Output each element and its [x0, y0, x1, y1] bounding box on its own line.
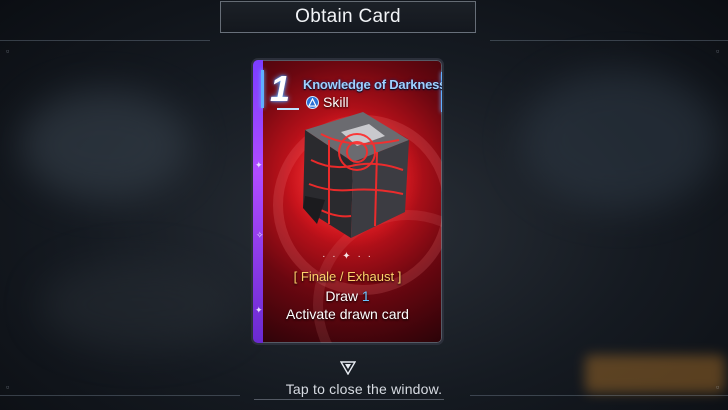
dialog-title: Obtain Card: [295, 6, 401, 27]
background-blur: [20, 90, 190, 200]
card-effect-line: Activate drawn card: [286, 306, 409, 322]
background-blur: [520, 70, 720, 210]
obtained-card[interactable]: ✦ ✧ ✦ 1 Knowledge of Darkness Skill · · …: [251, 58, 444, 345]
close-window-prompt[interactable]: Tap to close the window.: [0, 381, 728, 397]
sparkle-icon: ✦: [255, 160, 263, 170]
prompt-underline: [254, 399, 444, 400]
dialog-title-bar: Obtain Card: [220, 1, 476, 33]
cost-frame: [261, 70, 264, 108]
sparkle-icon: ✧: [256, 230, 264, 240]
hud-line: [490, 40, 728, 41]
card-effect-line: Draw 1: [253, 288, 442, 304]
hud-mark: ▫: [716, 46, 720, 56]
draw-count: 1: [361, 288, 370, 304]
card-keywords: [ Finale / Exhaust ]: [293, 269, 402, 284]
down-triangle-icon: [340, 361, 356, 375]
hud-line: [0, 40, 210, 41]
card-name: Knowledge of Darkness: [303, 77, 444, 92]
background-blur: [40, 260, 240, 350]
draw-label: Draw: [325, 288, 358, 304]
dark-cube-art: [283, 108, 423, 248]
hud-mark: ▫: [6, 46, 10, 56]
divider-ornament: · · ✦ · ·: [322, 251, 373, 262]
